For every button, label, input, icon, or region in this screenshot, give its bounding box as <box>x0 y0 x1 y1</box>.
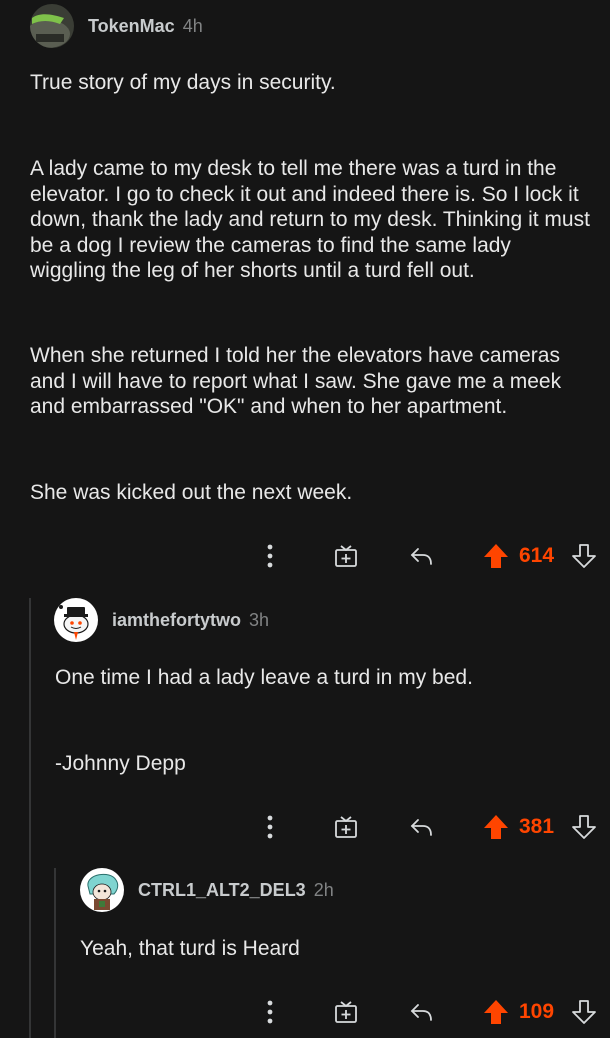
comment-header: CTRL1_ALT2_DEL3 2h <box>80 868 334 912</box>
reply-icon[interactable] <box>407 541 437 571</box>
vote-score: 381 <box>519 812 561 842</box>
comment-paragraph: Yeah, that turd is Heard <box>80 937 300 960</box>
comment-paragraph: -Johnny Depp <box>55 752 186 775</box>
username[interactable]: TokenMac <box>88 16 175 37</box>
comment-body: A lady came to my desk to tell me there … <box>30 156 590 284</box>
downvote-arrow-icon[interactable] <box>570 997 598 1027</box>
upvote-arrow-icon[interactable] <box>482 997 510 1027</box>
comment-body: One time I had a lady leave a turd in my… <box>55 665 585 691</box>
comment-header: TokenMac 4h <box>30 4 203 48</box>
comment-actions: 614 <box>0 541 610 571</box>
downvote-arrow-icon[interactable] <box>570 812 598 842</box>
comment-age: 2h <box>313 879 334 900</box>
avatar[interactable] <box>54 598 98 642</box>
comment-age: 4h <box>182 15 203 36</box>
comment-paragraph: She was kicked out the next week. <box>30 481 353 504</box>
reply-icon[interactable] <box>407 812 437 842</box>
comment-paragraph: One time I had a lady leave a turd in my… <box>55 666 473 689</box>
username[interactable]: CTRL1_ALT2_DEL3 <box>138 880 306 901</box>
comment-body: She was kicked out the next week. <box>30 480 590 506</box>
vote-count: 614 <box>519 544 555 567</box>
award-icon[interactable] <box>331 997 361 1027</box>
comment-body: When she returned I told her the elevato… <box>30 343 590 420</box>
vote-score: 109 <box>519 997 561 1027</box>
comment-actions: 109 <box>0 997 610 1027</box>
comment-actions: 381 <box>0 812 610 842</box>
comment-body: True story of my days in security. <box>30 70 590 96</box>
upvote-arrow-icon[interactable] <box>482 541 510 571</box>
award-icon[interactable] <box>331 541 361 571</box>
vote-count: 109 <box>519 1000 555 1023</box>
comment-header: iamthefortytwo 3h <box>54 598 269 642</box>
comment-body: -Johnny Depp <box>55 751 585 777</box>
username[interactable]: iamthefortytwo <box>112 610 241 631</box>
comment-age: 3h <box>249 609 270 630</box>
more-vertical-icon[interactable] <box>258 541 282 571</box>
comment-paragraph: True story of my days in security. <box>30 71 336 94</box>
upvote-arrow-icon[interactable] <box>482 812 510 842</box>
downvote-arrow-icon[interactable] <box>570 541 598 571</box>
reply-icon[interactable] <box>407 997 437 1027</box>
vote-score: 614 <box>519 541 561 571</box>
more-vertical-icon[interactable] <box>258 997 282 1027</box>
more-vertical-icon[interactable] <box>258 812 282 842</box>
comment-body: Yeah, that turd is Heard <box>80 936 585 962</box>
comment-paragraph: When she returned I told her the elevato… <box>30 344 562 418</box>
award-icon[interactable] <box>331 812 361 842</box>
avatar[interactable] <box>30 4 74 48</box>
avatar[interactable] <box>80 868 124 912</box>
comment-paragraph: A lady came to my desk to tell me there … <box>30 157 590 282</box>
vote-count: 381 <box>519 815 555 838</box>
